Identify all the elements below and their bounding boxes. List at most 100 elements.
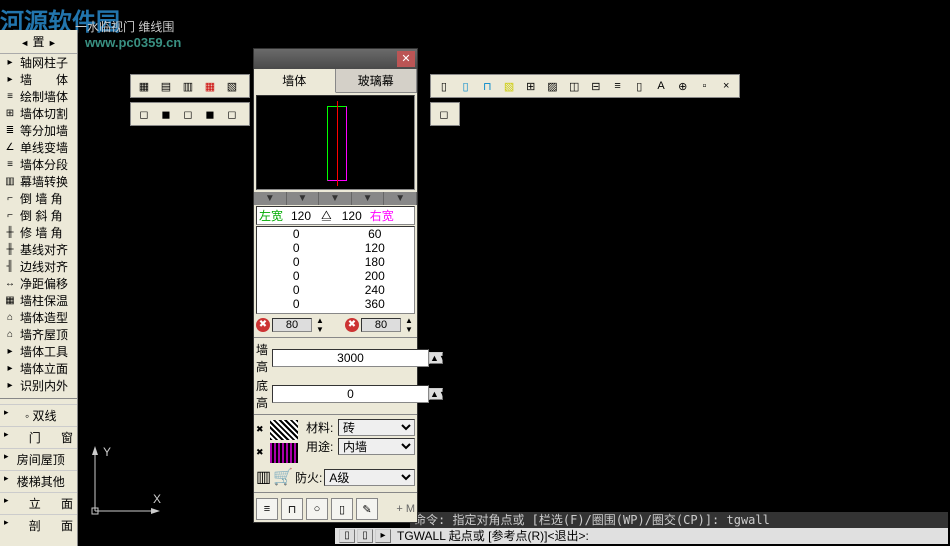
spinner-icon[interactable]: ▲▼ bbox=[429, 388, 443, 400]
tool-icon[interactable]: ▥ bbox=[256, 467, 271, 487]
sidebar-item[interactable]: ╢边线对齐 bbox=[0, 258, 77, 275]
sidebar-category[interactable]: ▸房间屋顶 bbox=[0, 448, 77, 470]
tool-icon[interactable]: ▧ bbox=[222, 76, 242, 96]
width-list-row[interactable]: 0200 bbox=[257, 269, 414, 283]
sidebar-item[interactable]: ∠单线变墙 bbox=[0, 139, 77, 156]
dialog-titlebar[interactable]: ✕ bbox=[254, 49, 417, 69]
draw-mode-icon[interactable]: ○ bbox=[306, 498, 328, 520]
material-select[interactable]: 砖 bbox=[338, 419, 415, 436]
width-list-row[interactable]: 0360 bbox=[257, 297, 414, 311]
width-list-row[interactable]: 060 bbox=[257, 227, 414, 241]
sidebar-category[interactable]: ▸立面 bbox=[0, 492, 77, 514]
sidebar-item[interactable]: ⊞墙体切割 bbox=[0, 105, 77, 122]
tool-icon[interactable]: ▨ bbox=[543, 76, 563, 96]
tool-icon[interactable]: ◻ bbox=[178, 104, 198, 124]
sidebar-item[interactable]: ≡墙体分段 bbox=[0, 156, 77, 173]
sidebar-category[interactable]: ▸门窗 bbox=[0, 426, 77, 448]
tool-icon[interactable]: A bbox=[651, 76, 671, 96]
spin-left-value[interactable]: 80 bbox=[272, 318, 312, 332]
tool-icon[interactable]: ▥ bbox=[178, 76, 198, 96]
tool-icon[interactable]: ◼ bbox=[156, 104, 176, 124]
tool-icon[interactable]: ▤ bbox=[156, 76, 176, 96]
sidebar-item[interactable]: ⌂墙齐屋顶 bbox=[0, 326, 77, 343]
fire-select[interactable]: A级 bbox=[324, 469, 415, 486]
spin-up-icon[interactable]: ▲▼ bbox=[314, 316, 326, 334]
tool-icon[interactable]: ≡ bbox=[608, 76, 628, 96]
sidebar-category[interactable]: ▸◦ 双线 bbox=[0, 404, 77, 426]
tool-icon[interactable]: ◻ bbox=[222, 104, 242, 124]
width-list[interactable]: 06001200180020002400360 bbox=[256, 226, 415, 314]
tool-icon[interactable]: ▯ bbox=[456, 76, 476, 96]
tool-icon[interactable]: 🛒 bbox=[273, 467, 293, 487]
close-icon[interactable]: ✕ bbox=[397, 51, 415, 67]
sidebar-item[interactable]: ╫修 墙 角 bbox=[0, 224, 77, 241]
sidebar-item[interactable]: ⌐倒 墙 角 bbox=[0, 190, 77, 207]
left-width-input[interactable] bbox=[285, 209, 317, 223]
tool-icon[interactable]: ▯ bbox=[434, 76, 454, 96]
wall-height-input[interactable] bbox=[272, 349, 429, 367]
tool-icon[interactable]: ◼ bbox=[200, 104, 220, 124]
tool-icon[interactable]: ⊟ bbox=[586, 76, 606, 96]
tool-icon[interactable]: ◻ bbox=[134, 104, 154, 124]
width-list-row[interactable]: 0120 bbox=[257, 241, 414, 255]
tool-close-icon[interactable]: × bbox=[716, 76, 736, 96]
hatch-pattern-1[interactable] bbox=[270, 420, 298, 440]
sidebar-item[interactable]: ▦墙柱保温 bbox=[0, 292, 77, 309]
cmd-btn-icon[interactable]: ▸ bbox=[375, 529, 391, 543]
sidebar-item[interactable]: ≣等分加墙 bbox=[0, 122, 77, 139]
width-list-row[interactable]: 0180 bbox=[257, 255, 414, 269]
tool-icon[interactable]: ⊓ bbox=[477, 76, 497, 96]
sidebar-item[interactable]: ▸墙体工具 bbox=[0, 343, 77, 360]
hatch-pattern-2[interactable] bbox=[270, 443, 298, 463]
tool-icon[interactable]: ▯ bbox=[629, 76, 649, 96]
plus-m-label[interactable]: + M bbox=[396, 503, 415, 515]
sidebar-item[interactable]: ▸墙 体 bbox=[0, 71, 77, 88]
sidebar-item[interactable]: ▸识别内外 bbox=[0, 377, 77, 394]
draw-mode-icon[interactable]: ⊓ bbox=[281, 498, 303, 520]
tool-icon[interactable]: ▦ bbox=[200, 76, 220, 96]
remove-hatch-icon[interactable]: ✖ bbox=[256, 447, 268, 459]
sidebar-item[interactable]: ▸轴网柱子 bbox=[0, 54, 77, 71]
tab-wall[interactable]: 墙体 bbox=[254, 69, 336, 93]
spin-up-icon[interactable]: ▲▼ bbox=[403, 316, 415, 334]
tool-icon[interactable]: ▦ bbox=[134, 76, 154, 96]
align-btn[interactable]: ▼ bbox=[254, 192, 287, 205]
align-btn[interactable]: ▼ bbox=[287, 192, 320, 205]
command-input-row[interactable]: ▯ ▯ ▸ TGWALL 起点或 [参考点(R)]<退出>: bbox=[335, 528, 948, 544]
delete-left-icon[interactable]: ✖ bbox=[256, 318, 270, 332]
sidebar-category[interactable]: ▸剖面 bbox=[0, 514, 77, 536]
tool-icon[interactable]: ⊕ bbox=[673, 76, 693, 96]
spin-right-value[interactable]: 80 bbox=[361, 318, 401, 332]
sidebar-item[interactable]: ▸墙体立面 bbox=[0, 360, 77, 377]
spinner-icon[interactable]: ▲▼ bbox=[429, 352, 443, 364]
sidebar-item[interactable]: ╫基线对齐 bbox=[0, 241, 77, 258]
draw-mode-icon[interactable]: ≡ bbox=[256, 498, 278, 520]
tool-icon[interactable]: ⊞ bbox=[521, 76, 541, 96]
sidebar-collapse-row[interactable]: ◄ 置 ► bbox=[0, 30, 77, 54]
tool-icon[interactable]: ▫ bbox=[695, 76, 715, 96]
sidebar-item[interactable]: ≡绘制墙体 bbox=[0, 88, 77, 105]
width-list-row[interactable]: 0240 bbox=[257, 283, 414, 297]
sidebar-category[interactable]: ▸楼梯其他 bbox=[0, 470, 77, 492]
mirror-icon[interactable]: ⧋ bbox=[317, 208, 336, 223]
align-btn[interactable]: ▼ bbox=[319, 192, 352, 205]
tool-icon[interactable]: ◫ bbox=[564, 76, 584, 96]
tab-curtain[interactable]: 玻璃幕 bbox=[336, 69, 418, 92]
tool-icon[interactable]: ◻ bbox=[434, 104, 454, 124]
draw-mode-icon[interactable]: ▯ bbox=[331, 498, 353, 520]
cmd-btn-icon[interactable]: ▯ bbox=[357, 529, 373, 543]
tool-icon[interactable]: ▧ bbox=[499, 76, 519, 96]
draw-mode-icon[interactable]: ✎ bbox=[356, 498, 378, 520]
delete-right-icon[interactable]: ✖ bbox=[345, 318, 359, 332]
cmd-btn-icon[interactable]: ▯ bbox=[339, 529, 355, 543]
sidebar-item[interactable]: ▥幕墙转换 bbox=[0, 173, 77, 190]
sidebar-item[interactable]: ⌂墙体造型 bbox=[0, 309, 77, 326]
sidebar-item[interactable]: ⌐倒 斜 角 bbox=[0, 207, 77, 224]
align-btn[interactable]: ▼ bbox=[384, 192, 417, 205]
sidebar-item[interactable]: ↔净距偏移 bbox=[0, 275, 77, 292]
align-btn[interactable]: ▼ bbox=[352, 192, 385, 205]
usage-select[interactable]: 内墙 bbox=[338, 438, 415, 455]
base-height-input[interactable] bbox=[272, 385, 429, 403]
remove-hatch-icon[interactable]: ✖ bbox=[256, 424, 268, 436]
right-width-input[interactable] bbox=[336, 209, 368, 223]
